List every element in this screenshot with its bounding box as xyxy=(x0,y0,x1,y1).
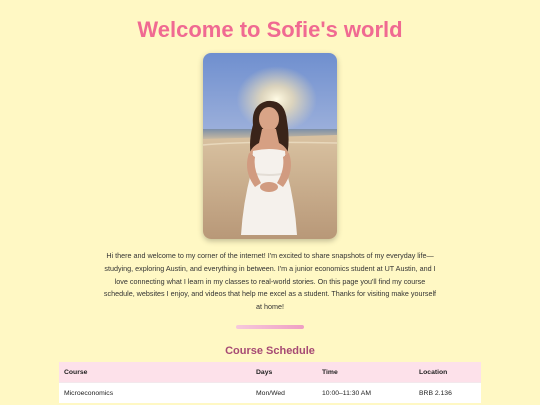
course-schedule-table: Course Days Time Location Microeconomics… xyxy=(59,362,481,403)
column-header-days: Days xyxy=(251,362,317,383)
cell-course: Microeconomics xyxy=(59,382,251,403)
schedule-heading: Course Schedule xyxy=(225,345,315,357)
column-header-course: Course xyxy=(59,362,251,383)
cell-days: Mon/Wed xyxy=(251,382,317,403)
table-row: Microeconomics Mon/Wed 10:00–11:30 AM BR… xyxy=(59,382,481,403)
column-header-location: Location xyxy=(414,362,481,383)
column-header-time: Time xyxy=(317,362,414,383)
page-title: Welcome to Sofie's world xyxy=(137,17,403,42)
cell-location: BRB 2.136 xyxy=(414,382,481,403)
profile-photo xyxy=(203,53,337,239)
page: Welcome to Sofie's world Hi there and we… xyxy=(0,0,540,405)
intro-paragraph: Hi there and welcome to my corner of the… xyxy=(103,251,437,312)
table-header-row: Course Days Time Location xyxy=(59,362,481,383)
section-divider xyxy=(236,325,304,329)
cell-time: 10:00–11:30 AM xyxy=(317,382,414,403)
